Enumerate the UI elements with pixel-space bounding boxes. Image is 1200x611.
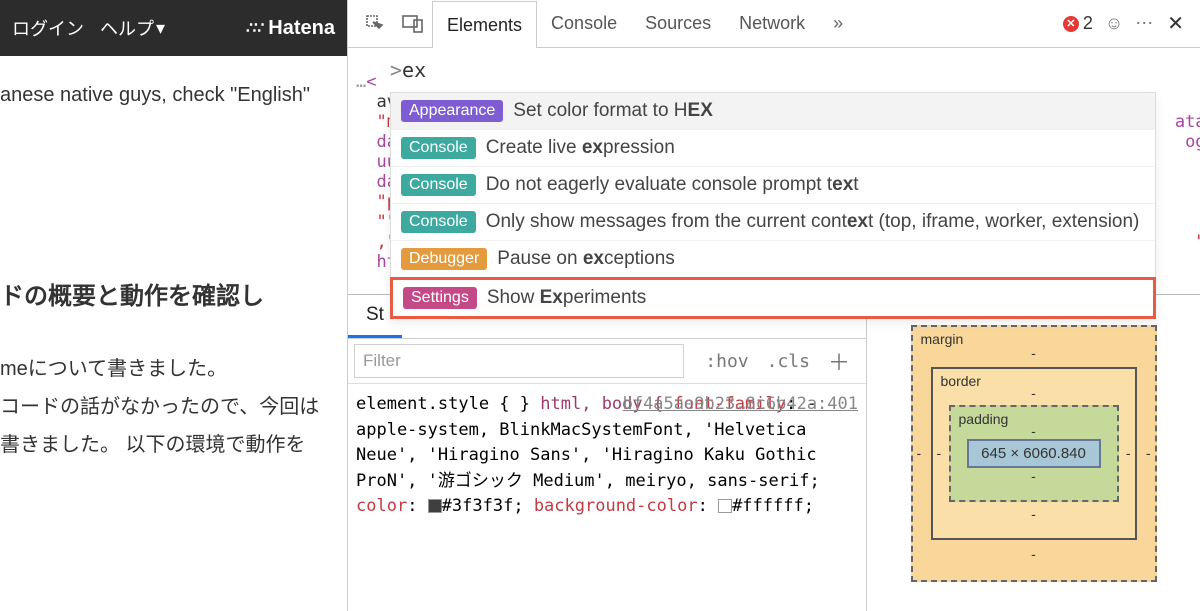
feedback-icon[interactable]: ☺ [1105, 13, 1123, 34]
help-menu[interactable]: ヘルプ ▾ [100, 15, 165, 41]
tab-sources[interactable]: Sources [631, 0, 725, 47]
article-heading: ドの概要と動作を確認し [0, 274, 347, 320]
cmd-item-show-experiments[interactable]: Settings Show Experiments [390, 277, 1156, 319]
error-count[interactable]: ✕ 2 [1063, 13, 1093, 34]
cmd-item-only-context[interactable]: Console Only show messages from the curr… [391, 204, 1155, 241]
hov-toggle[interactable]: :hov [705, 351, 748, 372]
color-swatch[interactable] [718, 499, 732, 513]
article-text: コードの話がなかったので、今回は [0, 388, 347, 426]
devtools-tabbar: Elements Console Sources Network » ✕ 2 ☺… [348, 0, 1200, 48]
article-text: 書きました。 以下の環境で動作を [0, 426, 347, 464]
new-rule-icon[interactable]: ＋ [828, 345, 850, 377]
box-model-panel: margin -- - border -- - padding - 645 × … [866, 294, 1200, 611]
hatena-mark-icon: ∴∵ [246, 18, 262, 38]
cmd-item-pause-exceptions[interactable]: Debugger Pause on exceptions [391, 241, 1155, 278]
error-icon: ✕ [1063, 16, 1079, 32]
cmd-item-appearance-hex[interactable]: Appearance Set color format to HEX [391, 93, 1155, 130]
badge-console: Console [401, 174, 476, 196]
badge-debugger: Debugger [401, 248, 487, 270]
styles-panel: St Filter :hov .cls ＋ element.style { } … [348, 294, 866, 611]
page-content: ログイン ヘルプ ▾ ∴∵ Hatena anese native guys, … [0, 0, 347, 611]
tab-elements[interactable]: Elements [432, 1, 537, 48]
article-text: meについて書きました。 [0, 350, 347, 388]
article-text: anese native guys, check "English" [0, 76, 347, 114]
command-palette-dropdown: Appearance Set color format to HEX Conso… [390, 92, 1156, 319]
command-palette-input[interactable]: >ex [390, 48, 1156, 92]
hatena-logo[interactable]: ∴∵ Hatena [246, 17, 335, 40]
tab-console[interactable]: Console [537, 0, 631, 47]
login-link[interactable]: ログイン [12, 15, 84, 41]
site-header: ログイン ヘルプ ▾ ∴∵ Hatena [0, 0, 347, 56]
css-rules[interactable]: element.style { } html, body {bf4a5ae9b2… [348, 384, 866, 528]
tab-network[interactable]: Network [725, 0, 819, 47]
device-toggle-icon[interactable] [394, 0, 432, 47]
cmd-item-eager-eval[interactable]: Console Do not eagerly evaluate console … [391, 167, 1155, 204]
close-icon[interactable]: ✕ [1167, 11, 1184, 36]
box-model-content[interactable]: 645 × 6060.840 [967, 439, 1101, 468]
element-style-selector: element.style { [356, 394, 510, 414]
cmd-item-live-expression[interactable]: Console Create live expression [391, 130, 1155, 167]
badge-settings: Settings [403, 287, 477, 309]
box-model-border[interactable]: border -- - padding - 645 × 6060.840 - - [931, 367, 1137, 540]
chevron-down-icon: ▾ [156, 18, 165, 39]
styles-filter-input[interactable]: Filter [354, 344, 684, 378]
rule-source-link[interactable]: bf4a5ae9b23…8c6b42a:401 [623, 392, 858, 418]
kebab-menu-icon[interactable]: ⋯ [1135, 13, 1155, 34]
badge-console: Console [401, 211, 476, 233]
box-model-margin[interactable]: margin -- - border -- - padding - 645 × … [911, 325, 1157, 582]
badge-console: Console [401, 137, 476, 159]
badge-appearance: Appearance [401, 100, 503, 122]
inspect-icon[interactable] [356, 0, 394, 47]
box-model-padding[interactable]: padding - 645 × 6060.840 - [949, 405, 1119, 502]
color-swatch[interactable] [428, 499, 442, 513]
more-tabs-icon[interactable]: » [819, 0, 857, 47]
cls-toggle[interactable]: .cls [767, 351, 810, 372]
